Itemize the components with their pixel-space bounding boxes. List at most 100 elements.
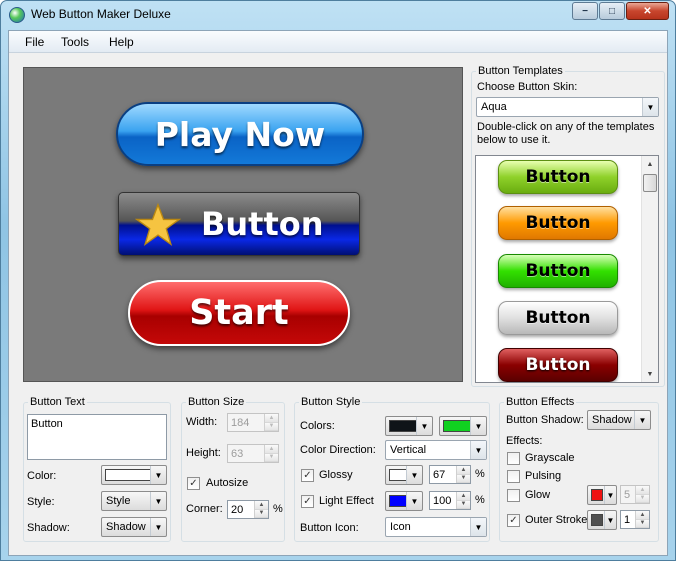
effects-label: Effects: — [506, 435, 543, 447]
glow-color-picker[interactable]: ▼ — [587, 485, 617, 505]
preview-button-start[interactable]: Start — [128, 280, 350, 346]
chevron-down-icon: ▼ — [150, 518, 166, 536]
minimize-button[interactable]: − — [572, 2, 598, 20]
menu-file[interactable]: File — [25, 35, 44, 49]
glossy-color-swatch — [389, 469, 407, 481]
menu-help[interactable]: Help — [109, 35, 134, 49]
glow-label: Glow — [525, 489, 551, 501]
chevron-down-icon: ▼ — [150, 466, 166, 484]
skin-label: Choose Button Skin: — [477, 81, 578, 93]
app-window: Web Button Maker Deluxe − □ ✕ File Tools… — [0, 0, 676, 561]
button-text-input[interactable]: Button — [27, 414, 167, 460]
glossy-checkbox[interactable]: ✓ — [301, 469, 314, 482]
glossy-input[interactable]: 67 ▲ ▼ — [429, 465, 471, 484]
text-style-select[interactable]: Style ▼ — [101, 491, 167, 511]
button-shadow-label: Button Shadow: — [506, 414, 584, 426]
template-item[interactable]: Button — [498, 160, 618, 194]
color1-picker[interactable]: ▼ — [385, 416, 433, 436]
text-style-label: Style: — [27, 496, 55, 508]
chevron-down-icon: ▼ — [416, 417, 432, 435]
templates-list[interactable]: Button Button Button Button Button ▲ ▼ — [475, 155, 659, 383]
templates-scrollbar[interactable]: ▲ ▼ — [641, 156, 658, 382]
outer-stroke-label: Outer Stroke — [525, 514, 588, 526]
light-effect-input[interactable]: 100 ▲ ▼ — [429, 491, 471, 510]
text-shadow-label: Shadow: — [27, 522, 70, 534]
width-value: 184 — [231, 417, 250, 429]
chevron-down-icon: ▼ — [642, 98, 658, 116]
glossy-percent: % — [475, 468, 485, 480]
text-color-label: Color: — [27, 470, 57, 482]
outer-stroke-input[interactable]: 1 ▲ ▼ — [620, 510, 650, 529]
autosize-checkbox[interactable]: ✓ — [187, 477, 200, 490]
chevron-down-icon: ▼ — [150, 492, 166, 510]
chevron-down-icon: ▼ — [470, 441, 486, 459]
color-direction-label: Color Direction: — [300, 444, 376, 456]
preview-button-play-now[interactable]: Play Now — [116, 102, 364, 166]
button-preview-canvas[interactable]: Play Now Button Start — [23, 67, 463, 382]
height-label: Height: — [186, 447, 221, 459]
glow-input[interactable]: 5 ▲ ▼ — [620, 485, 650, 504]
chevron-down-icon: ▼ — [406, 492, 422, 510]
pulsing-label: Pulsing — [525, 470, 562, 482]
light-effect-value: 100 — [433, 495, 452, 507]
text-shadow-select[interactable]: Shadow ▼ — [101, 517, 167, 537]
menu-tools[interactable]: Tools — [61, 35, 89, 49]
grayscale-label: Grayscale — [525, 452, 575, 464]
outer-stroke-value: 1 — [624, 514, 631, 526]
grayscale-checkbox[interactable] — [507, 452, 520, 465]
app-logo-icon — [9, 7, 25, 23]
outer-stroke-checkbox[interactable]: ✓ — [507, 514, 520, 527]
button-icon-select[interactable]: Icon ▼ — [385, 517, 487, 537]
corner-spinner[interactable]: ▲ ▼ — [254, 501, 268, 518]
template-item[interactable]: Button — [498, 206, 618, 240]
outer-stroke-spinner[interactable]: ▲ ▼ — [635, 511, 649, 528]
width-input[interactable]: 184 ▲ ▼ — [227, 413, 279, 432]
preview-button-star[interactable]: Button — [118, 192, 360, 256]
client-area: File Tools Help Play Now Button Start Bu… — [8, 30, 668, 556]
chevron-down-icon: ▼ — [470, 417, 486, 435]
color-direction-select[interactable]: Vertical ▼ — [385, 440, 487, 460]
color1-swatch — [389, 420, 417, 432]
width-spinner[interactable]: ▲ ▼ — [264, 414, 278, 431]
button-shadow-select[interactable]: Shadow ▼ — [587, 410, 651, 430]
glow-spinner[interactable]: ▲ ▼ — [635, 486, 649, 503]
templates-hint: Double-click on any of the templates bel… — [477, 121, 655, 146]
height-spinner[interactable]: ▲ ▼ — [264, 445, 278, 462]
button-shadow-value: Shadow — [592, 414, 632, 426]
glow-color-swatch — [591, 489, 603, 501]
skin-select[interactable]: Aqua ▼ — [476, 97, 659, 117]
chevron-down-icon: ▼ — [604, 511, 616, 529]
preview-button-star-label: Button — [201, 205, 324, 243]
button-size-legend: Button Size — [188, 396, 245, 408]
window-title: Web Button Maker Deluxe — [31, 7, 171, 21]
text-style-value: Style — [106, 495, 131, 507]
light-effect-spinner[interactable]: ▲ ▼ — [456, 492, 470, 509]
close-button[interactable]: ✕ — [626, 2, 669, 20]
button-effects-legend: Button Effects — [506, 396, 575, 408]
glow-checkbox[interactable] — [507, 489, 520, 502]
maximize-button[interactable]: □ — [599, 2, 625, 20]
light-effect-checkbox[interactable]: ✓ — [301, 495, 314, 508]
outer-stroke-swatch — [591, 514, 603, 526]
scroll-down-icon[interactable]: ▼ — [642, 366, 658, 382]
glossy-color-picker[interactable]: ▼ — [385, 465, 423, 485]
glossy-spinner[interactable]: ▲ ▼ — [456, 466, 470, 483]
chevron-down-icon: ▼ — [406, 466, 422, 484]
pulsing-checkbox[interactable] — [507, 470, 520, 483]
window-controls: − □ ✕ — [571, 2, 669, 20]
color2-picker[interactable]: ▼ — [439, 416, 487, 436]
text-color-picker[interactable]: ▼ — [101, 465, 167, 485]
outer-stroke-color-picker[interactable]: ▼ — [587, 510, 617, 530]
height-input[interactable]: 63 ▲ ▼ — [227, 444, 279, 463]
light-color-picker[interactable]: ▼ — [385, 491, 423, 511]
corner-input[interactable]: 20 ▲ ▼ — [227, 500, 269, 519]
title-bar[interactable]: Web Button Maker Deluxe − □ ✕ — [1, 1, 675, 29]
button-icon-value: Icon — [390, 521, 411, 533]
scroll-thumb[interactable] — [643, 174, 657, 192]
template-item[interactable]: Button — [498, 254, 618, 288]
button-text-legend: Button Text — [30, 396, 85, 408]
template-item[interactable]: Button — [498, 348, 618, 382]
glow-value: 5 — [624, 489, 631, 501]
scroll-up-icon[interactable]: ▲ — [642, 156, 658, 172]
template-item[interactable]: Button — [498, 301, 618, 335]
